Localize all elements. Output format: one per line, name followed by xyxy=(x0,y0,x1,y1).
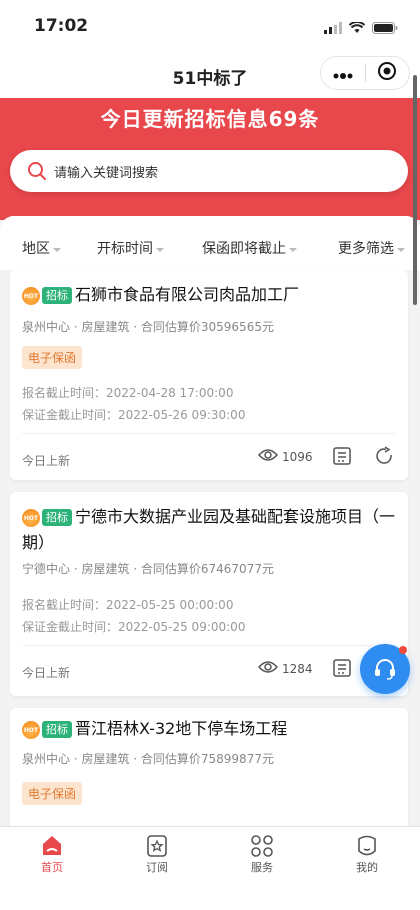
headset-icon xyxy=(373,657,397,685)
tender-badges: HOT 招标 xyxy=(22,720,72,739)
tender-badges: HOT 招标 xyxy=(22,508,72,527)
tender-title: HOT 招标 宁德市大数据产业园及基础配套设施项目（一期） xyxy=(22,504,396,556)
filter-region[interactable]: 地区 xyxy=(22,238,61,258)
hot-flame-icon: HOT xyxy=(22,720,40,739)
share-icon[interactable] xyxy=(374,446,394,470)
home-icon xyxy=(39,833,65,859)
mini-program-capsule xyxy=(320,56,410,90)
more-button[interactable] xyxy=(321,57,365,89)
filter-open-time[interactable]: 开标时间 xyxy=(97,238,164,258)
card-divider xyxy=(22,645,396,646)
more-icon xyxy=(333,64,353,83)
close-button[interactable] xyxy=(366,57,410,89)
eye-icon xyxy=(257,448,279,465)
dropdown-arrow-icon xyxy=(289,248,297,252)
filter-label: 保函即将截止 xyxy=(202,241,286,257)
view-count-value: 1284 xyxy=(282,661,313,676)
tab-label: 首页 xyxy=(41,861,63,874)
battery-icon xyxy=(372,19,398,38)
tab-services[interactable]: 服务 xyxy=(232,833,292,875)
signup-deadline: 报名截止时间：2022-05-25 00:00:00 xyxy=(22,598,234,612)
tender-card[interactable]: HOT 招标 宁德市大数据产业园及基础配套设施项目（一期） 宁德中心 · 房屋建… xyxy=(10,492,408,696)
filter-guarantee-deadline[interactable]: 保函即将截止 xyxy=(202,238,297,258)
subscribe-icon xyxy=(144,833,170,859)
tab-label: 服务 xyxy=(251,861,273,874)
tender-title: HOT 招标 晋江梧林X-32地下停车场工程 xyxy=(22,716,396,742)
hot-flame-icon: HOT xyxy=(22,286,40,305)
tender-meta: 泉州中心 · 房屋建筑 · 合同估算价30596565元 xyxy=(22,320,274,334)
filter-label: 地区 xyxy=(22,241,50,257)
tab-label: 订阅 xyxy=(146,861,168,874)
tender-card[interactable]: HOT 招标 石狮市食品有限公司肉品加工厂 泉州中心 · 房屋建筑 · 合同估算… xyxy=(10,270,408,480)
deposit-deadline: 保证金截止时间：2022-05-25 09:00:00 xyxy=(22,620,246,634)
dropdown-arrow-icon xyxy=(53,248,61,252)
services-icon xyxy=(249,833,275,859)
tender-card[interactable]: HOT 招标 晋江梧林X-32地下停车场工程 泉州中心 · 房屋建筑 · 合同估… xyxy=(10,708,408,826)
tender-type-tag: 招标 xyxy=(42,287,72,304)
view-count-value: 1096 xyxy=(282,449,313,464)
tender-title-text: 石狮市食品有限公司肉品加工厂 xyxy=(75,285,300,304)
tender-title-text: 宁德市大数据产业园及基础配套设施项目（一期） xyxy=(22,507,396,552)
tab-label: 我的 xyxy=(356,861,378,874)
eye-icon xyxy=(257,660,279,677)
deposit-deadline: 保证金截止时间：2022-05-26 09:30:00 xyxy=(22,408,246,422)
hot-flame-icon: HOT xyxy=(22,508,40,527)
tender-title-text: 晋江梧林X-32地下停车场工程 xyxy=(75,719,288,738)
tab-profile[interactable]: 我的 xyxy=(337,833,397,875)
nav-bar: 51中标了 xyxy=(0,52,420,98)
content-sheet: 地区 开标时间 保函即将截止 更多筛选 HOT 招标 石狮市食品有限公司肉品加工… xyxy=(0,216,420,826)
tab-home[interactable]: 首页 xyxy=(22,833,82,875)
filter-bar: 地区 开标时间 保函即将截止 更多筛选 xyxy=(0,216,420,270)
status-icons xyxy=(324,19,398,38)
e-guarantee-badge: 电子保函 xyxy=(22,782,83,805)
banner-headline: 今日更新招标信息69条 xyxy=(100,107,320,131)
e-guarantee-badge: 电子保函 xyxy=(22,346,83,369)
card-footer-label: 今日上新 xyxy=(22,666,71,680)
tender-title: HOT 招标 石狮市食品有限公司肉品加工厂 xyxy=(22,282,396,308)
search-icon xyxy=(27,161,47,185)
notes-icon[interactable] xyxy=(332,658,352,682)
profile-icon xyxy=(354,833,380,859)
tender-meta: 宁德中心 · 房屋建筑 · 合同估算价67467077元 xyxy=(22,562,274,576)
notes-icon[interactable] xyxy=(332,446,352,470)
target-icon xyxy=(377,61,397,85)
tender-type-tag: 招标 xyxy=(42,509,72,526)
tender-meta: 泉州中心 · 房屋建筑 · 合同估算价75899877元 xyxy=(22,752,274,766)
search-bar[interactable]: 请输入关键词搜索 xyxy=(10,150,408,192)
view-count: 1096 xyxy=(257,448,313,465)
customer-service-button[interactable] xyxy=(360,644,410,694)
tender-type-tag: 招标 xyxy=(42,721,72,738)
signup-deadline: 报名截止时间：2022-04-28 17:00:00 xyxy=(22,386,234,400)
dropdown-arrow-icon xyxy=(397,248,405,252)
filter-label: 开标时间 xyxy=(97,241,153,257)
tab-bar: 首页 订阅 服务 我的 xyxy=(0,826,420,910)
status-bar: 17:02 xyxy=(0,0,420,52)
view-count: 1284 xyxy=(257,660,313,677)
search-placeholder: 请输入关键词搜索 xyxy=(54,166,159,181)
dropdown-arrow-icon xyxy=(156,248,164,252)
filter-more[interactable]: 更多筛选 xyxy=(338,238,405,258)
card-divider xyxy=(22,433,396,434)
signal-icon xyxy=(324,19,342,38)
scrollbar[interactable] xyxy=(413,75,417,305)
tender-badges: HOT 招标 xyxy=(22,286,72,305)
filter-label: 更多筛选 xyxy=(338,241,394,257)
card-footer-label: 今日上新 xyxy=(22,454,71,468)
wifi-icon xyxy=(348,19,366,38)
notification-dot xyxy=(399,646,407,654)
status-time: 17:02 xyxy=(34,16,89,36)
tab-subscribe[interactable]: 订阅 xyxy=(127,833,187,875)
